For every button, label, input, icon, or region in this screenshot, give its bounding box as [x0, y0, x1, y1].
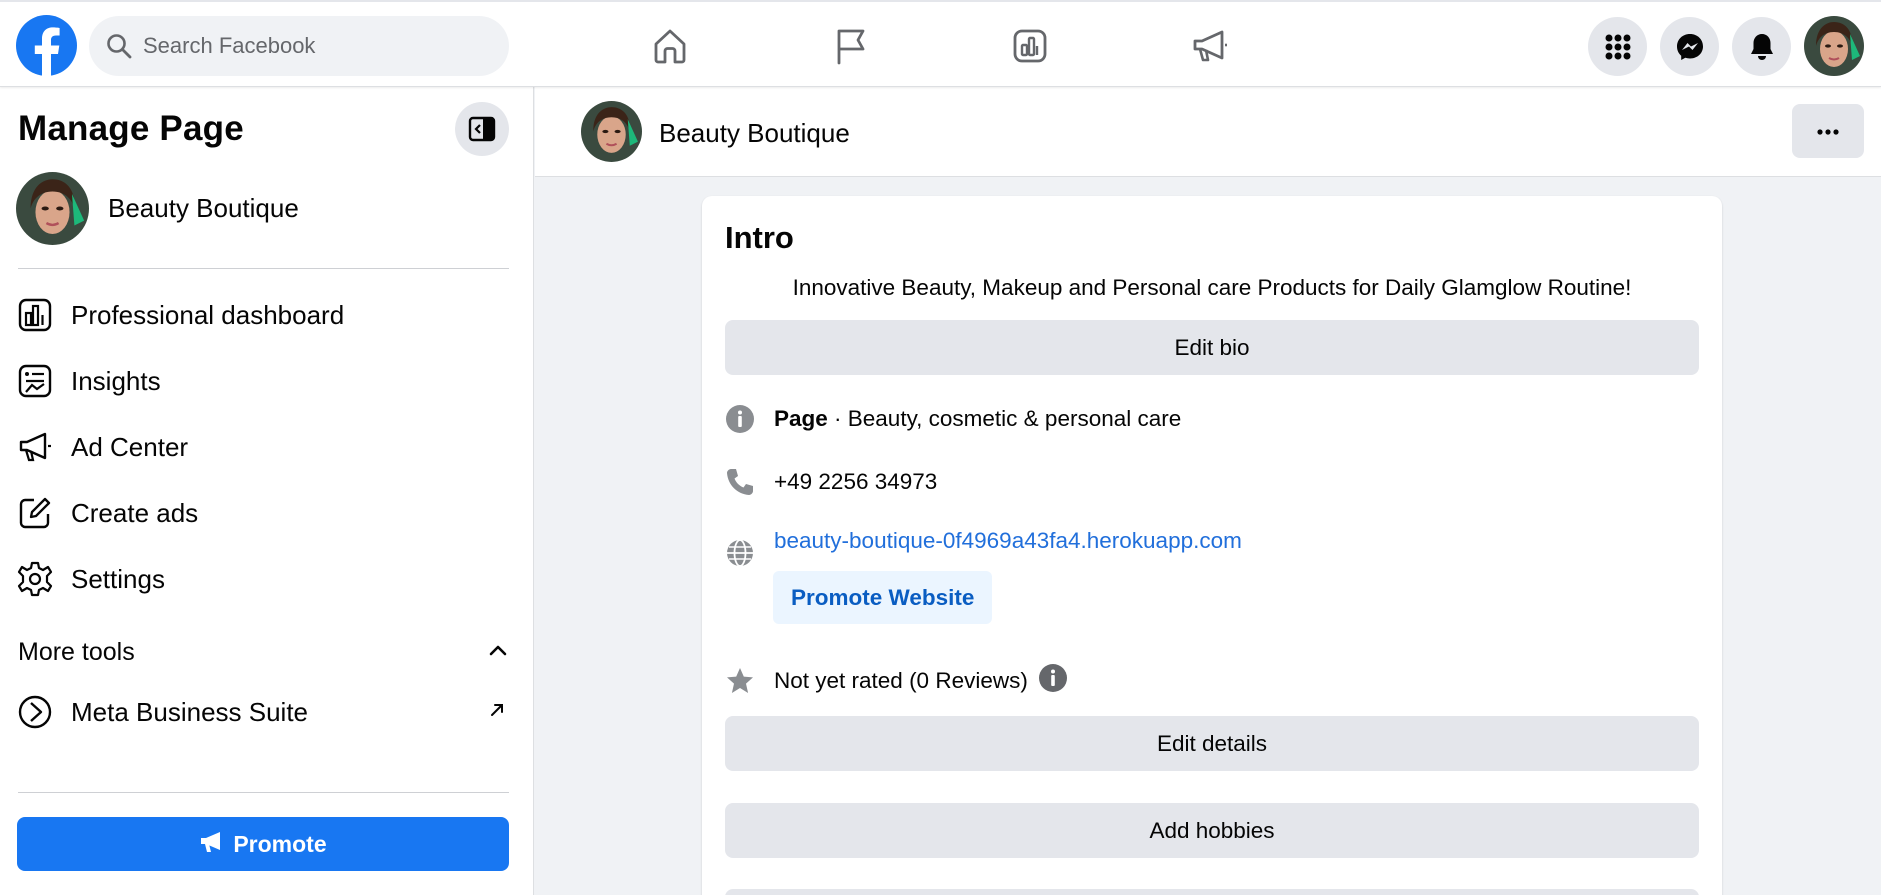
chevron-up-icon — [488, 643, 508, 662]
category-label: Page — [774, 406, 828, 431]
dashboard-icon — [16, 296, 54, 334]
messenger-icon[interactable] — [1660, 17, 1719, 76]
intro-title: Intro — [725, 220, 794, 255]
megaphone-icon — [199, 830, 225, 859]
manage-page-sidebar: Manage Page Beauty Boutique Professional… — [0, 87, 534, 895]
more-tools-toggle[interactable]: More tools — [18, 632, 508, 672]
rating-info-icon[interactable] — [1038, 663, 1068, 698]
sidebar-page-profile[interactable]: Beauty Boutique — [16, 172, 299, 245]
page-avatar — [16, 172, 89, 245]
meta-business-suite-icon — [16, 693, 54, 731]
sidebar-item-meta-business-suite[interactable]: Meta Business Suite — [16, 687, 506, 737]
category-value: · Beauty, cosmetic & personal care — [827, 406, 1182, 431]
promote-button[interactable]: Promote — [17, 817, 509, 871]
next-button-edge — [725, 889, 1699, 895]
facebook-logo-icon[interactable] — [16, 15, 77, 76]
search-bar[interactable] — [89, 16, 509, 76]
info-icon — [725, 404, 755, 434]
phone-number: +49 2256 34973 — [774, 469, 938, 494]
sidebar-item-label: Ad Center — [71, 431, 189, 462]
divider — [18, 792, 509, 793]
search-input[interactable] — [143, 33, 483, 59]
sidebar-item-label: Insights — [71, 365, 161, 396]
notifications-icon[interactable] — [1732, 17, 1791, 76]
phone-icon — [725, 467, 755, 497]
intro-card: Intro Innovative Beauty, Makeup and Pers… — [702, 196, 1722, 895]
megaphone-icon[interactable] — [1188, 24, 1232, 68]
home-icon[interactable] — [648, 24, 692, 68]
top-navigation-bar — [0, 0, 1881, 87]
sidebar-item-ad-center[interactable]: Ad Center — [16, 422, 506, 472]
edit-details-button[interactable]: Edit details — [725, 716, 1699, 771]
megaphone-icon — [16, 428, 54, 466]
edit-icon — [16, 494, 54, 532]
profile-avatar[interactable] — [1804, 16, 1864, 76]
promote-website-button[interactable]: Promote Website — [773, 571, 993, 624]
collapse-sidebar-icon[interactable] — [455, 102, 509, 156]
menu-grid-icon[interactable] — [1588, 17, 1647, 76]
sidebar-item-label: Create ads — [71, 497, 199, 528]
website-row: beauty-boutique-0f4969a43fa4.herokuapp.c… — [725, 526, 1242, 568]
bio-text: Innovative Beauty, Makeup and Personal c… — [792, 275, 1632, 300]
globe-icon — [725, 538, 755, 568]
promote-label: Promote — [233, 830, 327, 857]
dashboard-icon[interactable] — [1008, 24, 1052, 68]
external-link-icon — [488, 701, 506, 724]
page-title[interactable]: Beauty Boutique — [659, 118, 850, 149]
page-header: Beauty Boutique — [535, 87, 1881, 177]
sidebar-item-create-ads[interactable]: Create ads — [16, 488, 506, 538]
sidebar-item-insights[interactable]: Insights — [16, 356, 506, 406]
flag-icon[interactable] — [829, 24, 873, 68]
more-options-button[interactable] — [1792, 104, 1864, 158]
gear-icon — [16, 560, 54, 598]
category-row: Page · Beauty, cosmetic & personal care — [725, 404, 1181, 434]
sidebar-item-settings[interactable]: Settings — [16, 554, 506, 604]
sidebar-item-professional-dashboard[interactable]: Professional dashboard — [16, 290, 506, 340]
edit-bio-button[interactable]: Edit bio — [725, 320, 1699, 375]
more-tools-label: More tools — [18, 637, 135, 666]
insights-icon — [16, 362, 54, 400]
ellipsis-icon — [1817, 122, 1839, 140]
page-avatar[interactable] — [581, 101, 642, 162]
search-icon — [105, 32, 133, 60]
add-hobbies-button[interactable]: Add hobbies — [725, 803, 1699, 858]
sidebar-title: Manage Page — [18, 109, 244, 148]
sidebar-item-label: Meta Business Suite — [71, 696, 309, 727]
rating-row: Not yet rated (0 Reviews) — [725, 663, 1068, 698]
website-link[interactable]: beauty-boutique-0f4969a43fa4.herokuapp.c… — [774, 528, 1242, 554]
star-icon — [725, 666, 755, 696]
sidebar-item-label: Settings — [71, 563, 165, 594]
phone-row: +49 2256 34973 — [725, 467, 937, 497]
sidebar-page-name: Beauty Boutique — [108, 193, 299, 223]
sidebar-item-label: Professional dashboard — [71, 299, 345, 330]
rating-text: Not yet rated (0 Reviews) — [774, 667, 1028, 693]
divider — [18, 268, 509, 269]
